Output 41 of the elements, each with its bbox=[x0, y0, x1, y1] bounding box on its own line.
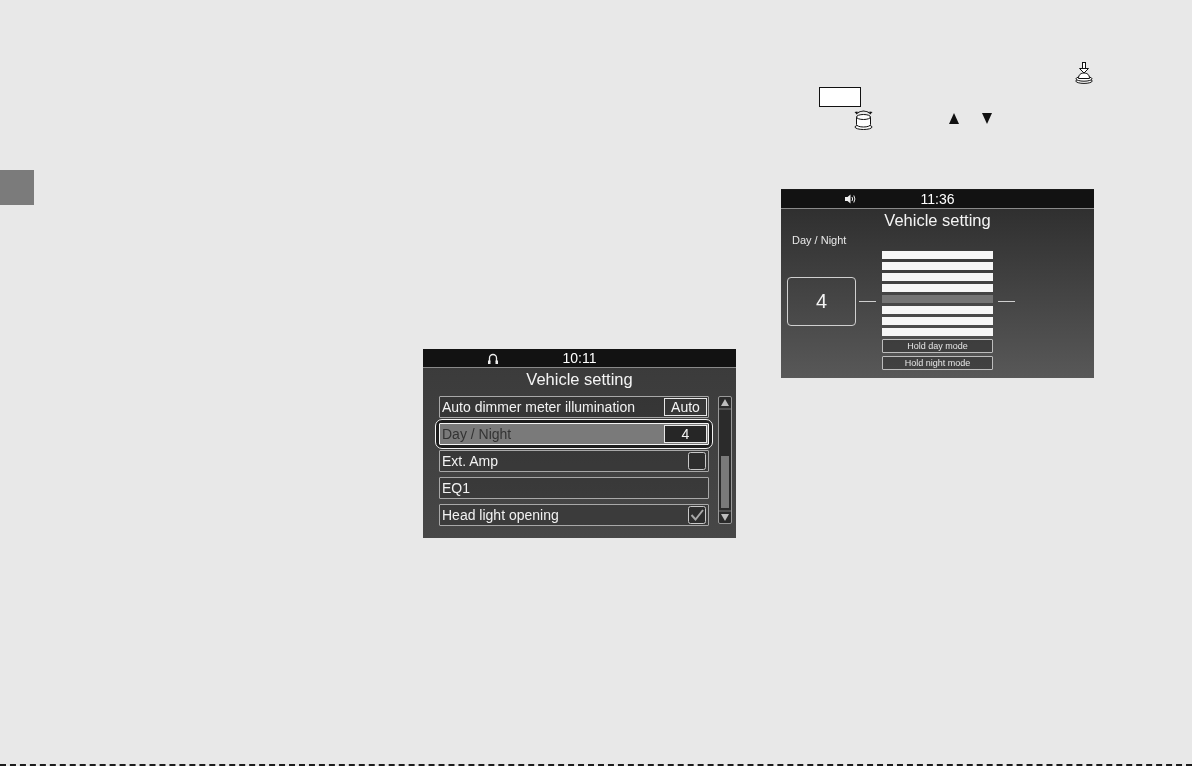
settings-list-item[interactable]: EQ1 bbox=[439, 477, 709, 499]
screen-title: Vehicle setting bbox=[884, 210, 991, 231]
speaker-icon bbox=[844, 194, 857, 204]
page-edge-marker bbox=[0, 170, 34, 205]
level-segment[interactable] bbox=[882, 306, 993, 314]
item-label: Ext. Amp bbox=[442, 452, 499, 470]
clock-time: 11:36 bbox=[920, 190, 955, 208]
settings-list-item[interactable]: Day / Night 4 bbox=[435, 419, 713, 449]
settings-list-item[interactable]: Auto dimmer meter illumination Auto bbox=[439, 396, 709, 418]
screen-title: Vehicle setting bbox=[526, 369, 633, 390]
joystick-push-icon bbox=[1075, 62, 1093, 84]
setting-value: 4 bbox=[664, 425, 707, 443]
dial-knob-icon bbox=[854, 108, 873, 130]
headphones-icon bbox=[486, 352, 499, 364]
mode-button[interactable]: Hold day mode bbox=[882, 339, 993, 353]
level-segment[interactable] bbox=[882, 251, 993, 259]
checkbox[interactable] bbox=[688, 452, 706, 470]
connector-line bbox=[998, 301, 1015, 302]
down-triangle-icon bbox=[982, 113, 992, 124]
item-label: Day / Night bbox=[442, 425, 512, 443]
item-label: Head light opening bbox=[442, 506, 559, 524]
value-display: 4 bbox=[787, 277, 856, 326]
mode-button[interactable]: Hold night mode bbox=[882, 356, 993, 370]
setting-value: Auto bbox=[664, 398, 707, 416]
up-triangle-icon bbox=[949, 113, 959, 124]
connector-line bbox=[859, 301, 876, 302]
settings-list-item[interactable]: Ext. Amp bbox=[439, 450, 709, 472]
level-segment[interactable] bbox=[882, 328, 993, 336]
level-segment[interactable] bbox=[882, 284, 993, 292]
item-label: EQ1 bbox=[442, 479, 470, 497]
scrollbar[interactable] bbox=[718, 396, 732, 524]
clock-time: 10:11 bbox=[562, 349, 597, 367]
level-segment[interactable] bbox=[882, 317, 993, 325]
level-segment[interactable] bbox=[882, 295, 993, 303]
checkbox[interactable] bbox=[688, 506, 706, 524]
level-segment[interactable] bbox=[882, 262, 993, 270]
level-segment[interactable] bbox=[882, 273, 993, 281]
setting-label: Day / Night bbox=[792, 234, 847, 247]
blank-key-icon bbox=[819, 87, 861, 107]
item-label: Auto dimmer meter illumination bbox=[442, 398, 635, 416]
settings-list-item[interactable]: Head light opening bbox=[439, 504, 709, 526]
